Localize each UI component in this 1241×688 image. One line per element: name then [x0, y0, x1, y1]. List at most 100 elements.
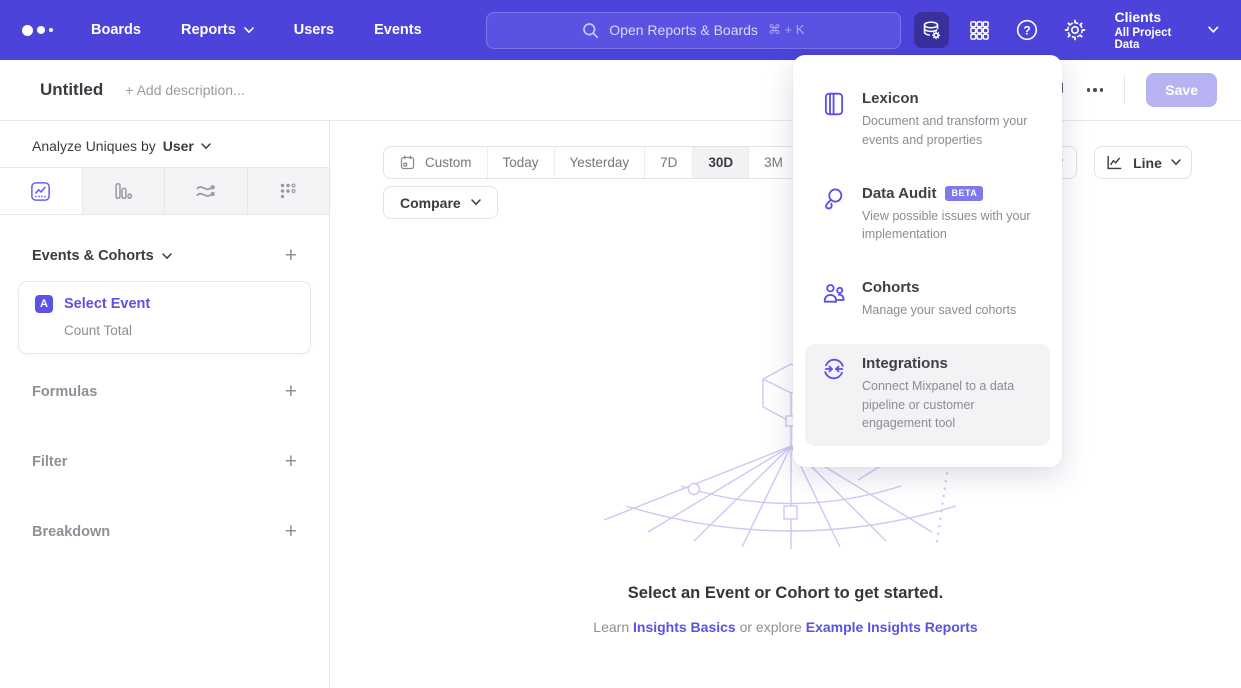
- calendar-icon: [399, 154, 416, 171]
- nav-events[interactable]: Events: [374, 22, 422, 38]
- save-button[interactable]: Save: [1146, 73, 1217, 107]
- query-sidebar: Analyze Uniques by User: [0, 121, 330, 688]
- compare-dropdown[interactable]: Compare: [383, 186, 498, 219]
- integrations-icon: [821, 356, 847, 382]
- project-selector[interactable]: Clients All Project Data: [1114, 9, 1219, 51]
- chevron-down-icon: [1208, 26, 1219, 34]
- integrations-desc: Connect Mixpanel to a data pipeline or c…: [862, 377, 1034, 433]
- help-icon: ?: [1015, 18, 1039, 42]
- menu-item-data-audit[interactable]: Data Audit BETA View possible issues wit…: [805, 174, 1050, 258]
- metrics-grid-icon: [277, 180, 299, 202]
- date-custom-label: Custom: [425, 155, 472, 170]
- divider: [1124, 76, 1125, 104]
- add-formula-button[interactable]: +: [285, 385, 297, 399]
- lexicon-desc: Document and transform your events and p…: [862, 112, 1034, 150]
- cohorts-title: Cohorts: [862, 279, 920, 296]
- add-description-field[interactable]: + Add description...: [125, 82, 244, 98]
- integrations-title: Integrations: [862, 355, 948, 372]
- mixpanel-logo-icon[interactable]: [22, 25, 53, 36]
- events-cohorts-toggle[interactable]: Events & Cohorts: [32, 248, 172, 264]
- apps-grid-icon: [968, 19, 991, 42]
- date-toolbar: Custom Today Yesterday 7D 30D 3M 6M Line: [383, 146, 1192, 179]
- tab-metrics-grid[interactable]: [248, 168, 330, 214]
- empty-state-heading: Select an Event or Cohort to get started…: [330, 584, 1241, 603]
- chart-style-label: Line: [1133, 155, 1162, 171]
- events-cohorts-label: Events & Cohorts: [32, 248, 154, 264]
- date-3m-button[interactable]: 3M: [749, 147, 799, 178]
- empty-state-links: Learn Insights Basics or explore Example…: [330, 619, 1241, 635]
- menu-item-lexicon[interactable]: Lexicon Document and transform your even…: [805, 79, 1050, 163]
- empty-state: Select an Event or Cohort to get started…: [330, 358, 1241, 635]
- nav-boards-label: Boards: [91, 22, 141, 38]
- nav-users-label: Users: [294, 22, 334, 38]
- lexicon-title: Lexicon: [862, 90, 919, 107]
- series-badge: A: [35, 295, 53, 313]
- tab-bar-chart[interactable]: [83, 168, 166, 214]
- tab-line-chart[interactable]: [0, 168, 83, 214]
- menu-item-cohorts[interactable]: Cohorts Manage your saved cohorts: [805, 268, 1050, 333]
- data-audit-desc: View possible issues with your implement…: [862, 207, 1034, 245]
- date-3m-label: 3M: [764, 155, 783, 170]
- search-icon: [582, 22, 599, 39]
- menu-item-integrations[interactable]: Integrations Connect Mixpanel to a data …: [805, 344, 1050, 446]
- chevron-down-icon: [244, 27, 254, 34]
- date-custom-button[interactable]: Custom: [384, 147, 488, 178]
- flow-icon: [194, 180, 217, 203]
- filter-section: Filter +: [32, 454, 297, 470]
- add-breakdown-button[interactable]: +: [285, 525, 297, 539]
- cohorts-desc: Manage your saved cohorts: [862, 301, 1016, 320]
- menu-item-text: Integrations Connect Mixpanel to a data …: [862, 355, 1034, 433]
- project-scope: All Project Data: [1114, 27, 1196, 51]
- menu-item-text: Data Audit BETA View possible issues wit…: [862, 185, 1034, 245]
- nav-boards[interactable]: Boards: [91, 22, 141, 38]
- database-gear-icon: [920, 19, 943, 42]
- date-yesterday-button[interactable]: Yesterday: [555, 147, 646, 178]
- select-event-button[interactable]: Select Event: [64, 296, 150, 312]
- report-title[interactable]: Untitled: [40, 80, 103, 100]
- menu-item-text: Lexicon Document and transform your even…: [862, 90, 1034, 150]
- compare-label: Compare: [400, 195, 461, 211]
- nav-reports[interactable]: Reports: [181, 22, 254, 38]
- formulas-label: Formulas: [32, 384, 97, 400]
- nav-events-label: Events: [374, 22, 422, 38]
- nav-reports-label: Reports: [181, 22, 236, 38]
- add-filter-button[interactable]: +: [285, 455, 297, 469]
- chart-type-tabs: [0, 167, 329, 215]
- example-reports-link[interactable]: Example Insights Reports: [806, 619, 978, 635]
- global-search-input[interactable]: Open Reports & Boards ⌘ + K: [486, 12, 901, 49]
- report-canvas: Custom Today Yesterday 7D 30D 3M 6M Line: [330, 121, 1241, 688]
- chart-style-dropdown[interactable]: Line: [1094, 146, 1192, 179]
- chevron-down-icon[interactable]: [201, 143, 211, 150]
- event-card-row: A Select Event: [35, 295, 294, 313]
- data-audit-title: Data Audit: [862, 185, 936, 202]
- events-cohorts-header: Events & Cohorts +: [32, 248, 297, 264]
- insights-basics-link[interactable]: Insights Basics: [633, 619, 736, 635]
- add-event-button[interactable]: +: [285, 249, 297, 263]
- analyze-value-dropdown[interactable]: User: [163, 138, 194, 154]
- date-today-button[interactable]: Today: [488, 147, 555, 178]
- date-30d-button[interactable]: 30D: [693, 147, 749, 178]
- search-shortcut: ⌘ + K: [768, 22, 805, 38]
- date-yesterday-label: Yesterday: [570, 155, 630, 170]
- formulas-section: Formulas +: [32, 384, 297, 400]
- tab-flow-chart[interactable]: [165, 168, 248, 214]
- title-actions: Save: [1043, 73, 1217, 107]
- nav-users[interactable]: Users: [294, 22, 334, 38]
- data-management-button[interactable]: [914, 12, 949, 48]
- settings-button[interactable]: [1058, 12, 1093, 48]
- analyze-uniques-row: Analyze Uniques by User: [0, 121, 329, 167]
- count-total-dropdown[interactable]: Count Total: [64, 323, 294, 338]
- chevron-down-icon: [1171, 159, 1181, 166]
- more-options-icon[interactable]: [1087, 88, 1104, 92]
- event-card[interactable]: A Select Event Count Total: [18, 281, 311, 354]
- chevron-down-icon: [471, 199, 481, 206]
- date-7d-button[interactable]: 7D: [645, 147, 693, 178]
- breakdown-label: Breakdown: [32, 524, 110, 540]
- cohorts-icon: [821, 280, 847, 306]
- help-button[interactable]: ?: [1010, 12, 1045, 48]
- learn-text: Learn: [593, 619, 633, 635]
- line-style-icon: [1105, 153, 1124, 172]
- gear-icon: [1063, 18, 1087, 42]
- chevron-down-icon: [162, 253, 172, 260]
- apps-grid-button[interactable]: [962, 12, 997, 48]
